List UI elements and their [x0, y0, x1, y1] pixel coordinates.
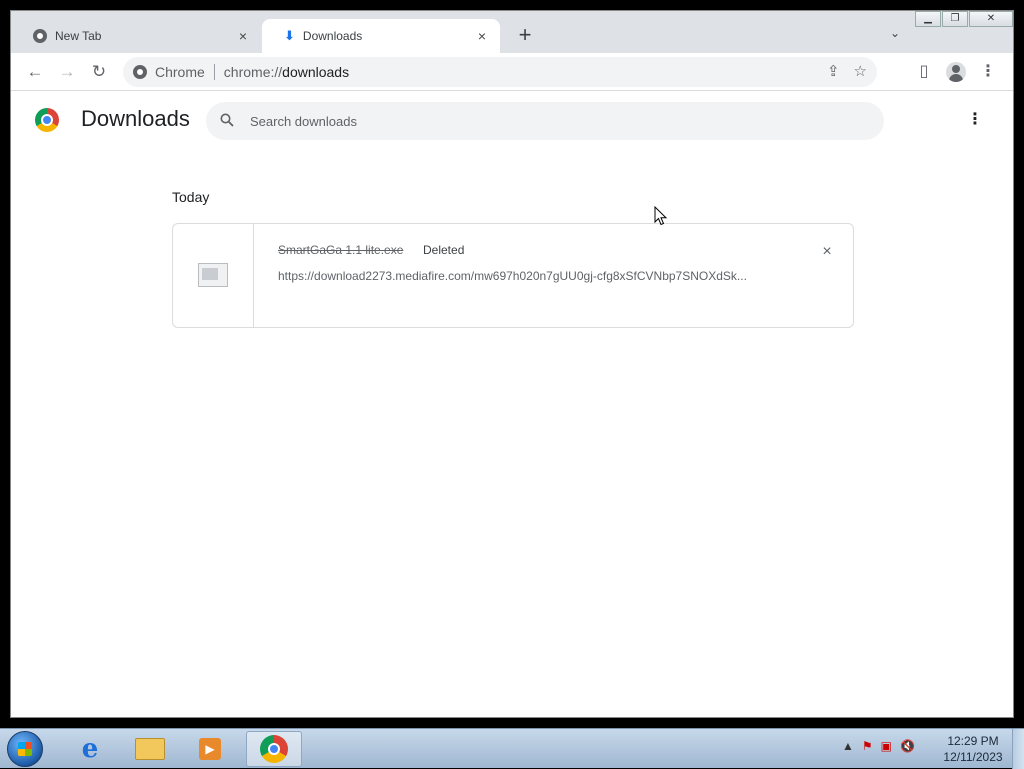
search-bar[interactable]	[206, 102, 884, 140]
taskbar-file-explorer[interactable]	[122, 731, 178, 767]
tab-title: Downloads	[302, 29, 363, 43]
chrome-tab-icon	[33, 29, 47, 43]
file-name-link[interactable]: SmartGaGa 1.1 lite.exe	[278, 243, 403, 257]
internet-explorer-icon: e	[81, 734, 99, 764]
page-title: Downloads	[81, 106, 190, 131]
new-tab-button[interactable]: +	[513, 24, 537, 48]
taskbar-clock[interactable]: 12:29 PM 12/11/2023	[938, 733, 1008, 765]
mouse-cursor-icon	[654, 206, 668, 226]
download-icon: ⬇	[284, 28, 295, 43]
search-icon	[220, 113, 238, 130]
site-label: Chrome	[155, 64, 205, 80]
taskbar: e ▶ ▲ ⚑ ▣ 🔇 12:29 PM 12/11/2023	[0, 728, 1024, 769]
window-controls: ▁ ❐ ✕	[914, 11, 1013, 29]
side-panel-icon[interactable]: ▯	[912, 60, 936, 84]
download-item: SmartGaGa 1.1 lite.exe Deleted https://d…	[172, 223, 854, 328]
more-actions-icon[interactable]: ⋮	[965, 110, 985, 130]
reload-button[interactable]: ↻	[87, 60, 111, 84]
share-icon[interactable]: ⇪	[827, 62, 840, 80]
search-input[interactable]	[250, 113, 810, 129]
show-hidden-icons-icon[interactable]: ▲	[842, 739, 854, 753]
bookmark-star-icon[interactable]: ☆	[854, 62, 867, 80]
forward-button[interactable]: →	[55, 60, 79, 84]
show-desktop-button[interactable]	[1012, 729, 1024, 769]
download-status: Deleted	[423, 243, 465, 257]
file-icon-container	[173, 224, 254, 327]
taskbar-chrome[interactable]	[246, 731, 302, 767]
url-host: downloads	[282, 64, 350, 80]
tab-strip: New Tab × ⬇ Downloads × + ⌄ ▁ ❐ ✕	[11, 11, 1013, 53]
downloads-page: Downloads ⋮ Today SmartGaGa 1.1 lite.exe…	[11, 92, 1013, 717]
chrome-icon	[260, 735, 288, 763]
browser-toolbar: ← → ↻ Chrome chrome://downloads ⇪ ☆ ▯ ⋮	[11, 53, 1013, 91]
volume-muted-icon[interactable]: 🔇	[900, 739, 915, 753]
window-close-button[interactable]: ✕	[969, 11, 1013, 27]
taskbar-media-player[interactable]: ▶	[182, 731, 238, 767]
clock-date: 12/11/2023	[943, 750, 1003, 764]
close-icon[interactable]: ×	[235, 28, 251, 44]
start-button[interactable]	[7, 731, 43, 767]
minimize-button[interactable]: ▁	[915, 11, 941, 27]
media-player-icon: ▶	[199, 738, 221, 760]
tab-search-chevron-icon[interactable]: ⌄	[885, 26, 905, 46]
taskbar-internet-explorer[interactable]: e	[62, 731, 118, 767]
browser-window: New Tab × ⬇ Downloads × + ⌄ ▁ ❐ ✕ ← → ↻ …	[10, 10, 1014, 718]
page-header: Downloads ⋮	[11, 92, 1013, 148]
omnibox-divider	[213, 64, 215, 80]
restore-button[interactable]: ❐	[942, 11, 968, 27]
folder-icon	[135, 738, 165, 760]
download-source-url[interactable]: https://download2273.mediafire.com/mw697…	[278, 269, 747, 283]
tab-downloads[interactable]: ⬇ Downloads ×	[262, 19, 500, 53]
address-bar[interactable]: Chrome chrome://downloads ⇪ ☆	[123, 57, 877, 87]
browser-menu-button[interactable]: ⋮	[976, 60, 1000, 84]
remove-from-list-button[interactable]: ×	[817, 242, 837, 262]
file-icon	[198, 263, 228, 287]
action-center-flag-icon[interactable]: ⚑	[862, 739, 873, 753]
avatar	[946, 62, 966, 82]
date-section-label: Today	[172, 189, 210, 205]
back-button[interactable]: ←	[23, 60, 47, 84]
tab-new-tab[interactable]: New Tab ×	[11, 19, 261, 53]
chrome-logo-icon	[35, 108, 59, 132]
network-icon[interactable]: ▣	[881, 739, 892, 753]
clock-time: 12:29 PM	[947, 734, 999, 748]
omnibox-actions: ⇪ ☆	[827, 62, 867, 80]
tab-title: New Tab	[55, 29, 102, 43]
system-tray: ▲ ⚑ ▣ 🔇	[842, 739, 915, 753]
profile-button[interactable]	[944, 60, 968, 84]
chrome-site-icon	[133, 65, 147, 79]
url-scheme: chrome://	[223, 64, 283, 80]
close-icon[interactable]: ×	[474, 28, 490, 44]
